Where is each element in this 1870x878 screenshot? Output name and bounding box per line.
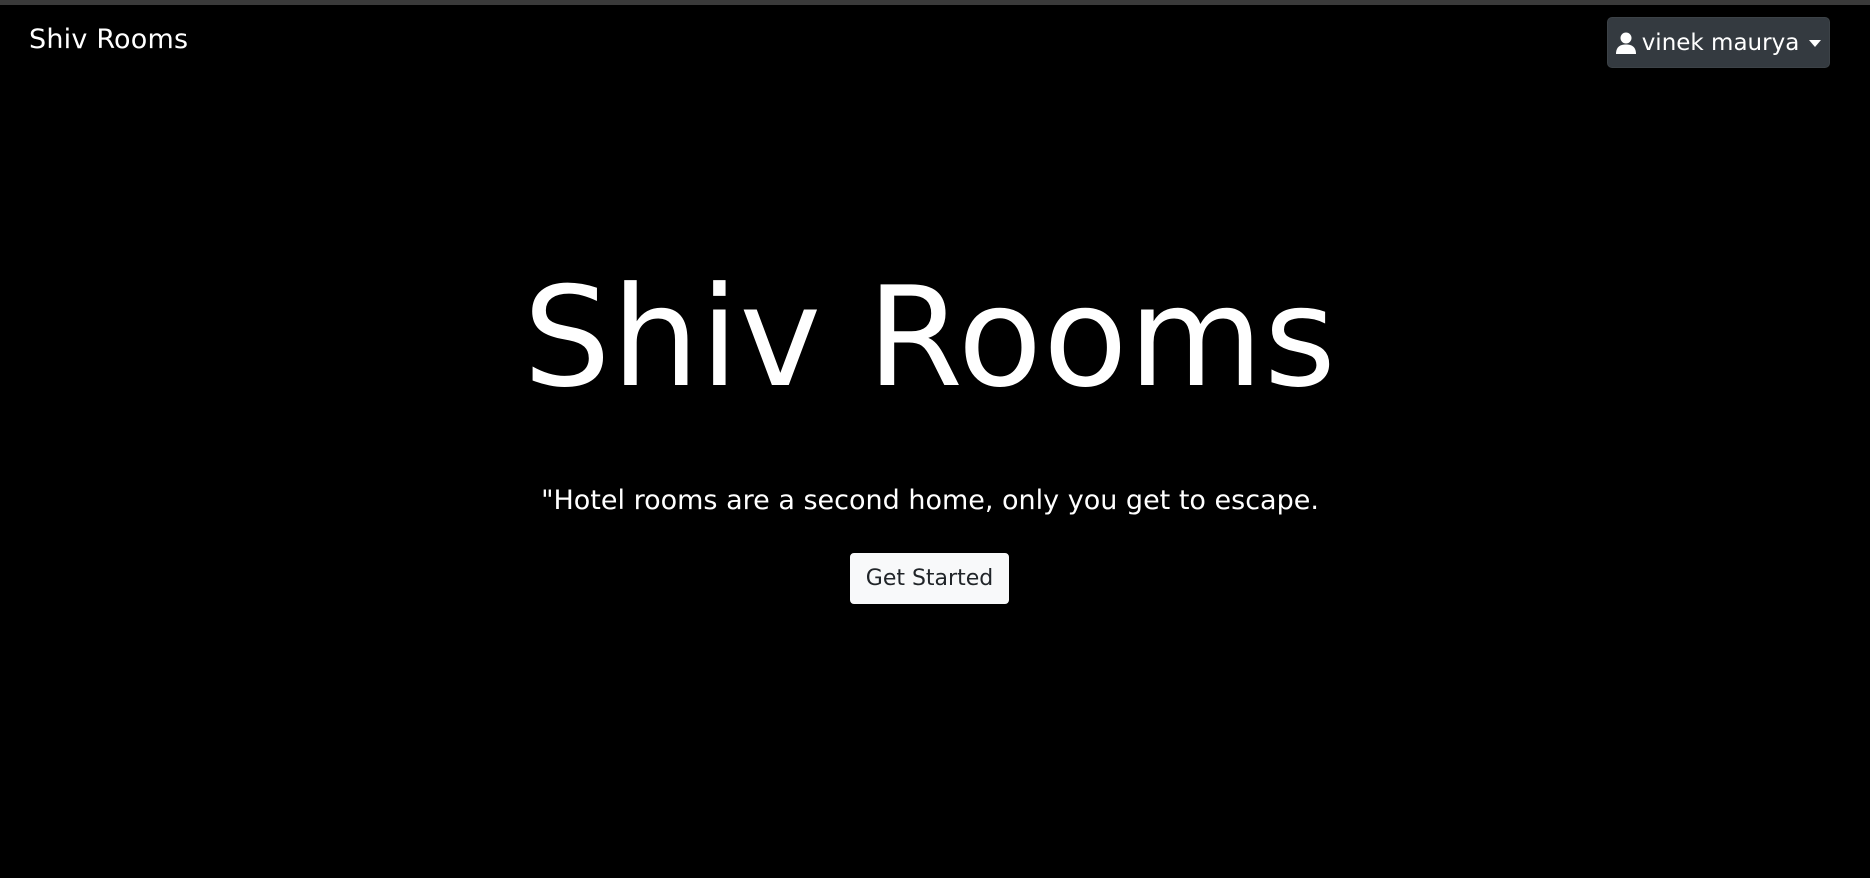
- caret-down-icon: [1809, 40, 1822, 47]
- get-started-button[interactable]: Get Started: [850, 553, 1009, 604]
- page: Shiv Rooms vinek maurya Shiv Rooms "Hote…: [0, 0, 1870, 878]
- navbar: Shiv Rooms vinek maurya: [0, 5, 1870, 81]
- user-menu-dropdown-button[interactable]: vinek maurya: [1607, 17, 1830, 68]
- user-menu-label: vinek maurya: [1641, 29, 1800, 56]
- hero-title: Shiv Rooms: [523, 257, 1337, 418]
- navbar-brand-link[interactable]: Shiv Rooms: [29, 24, 188, 55]
- hero-quote: "Hotel rooms are a second home, only you…: [541, 485, 1319, 516]
- user-icon: [1615, 32, 1636, 54]
